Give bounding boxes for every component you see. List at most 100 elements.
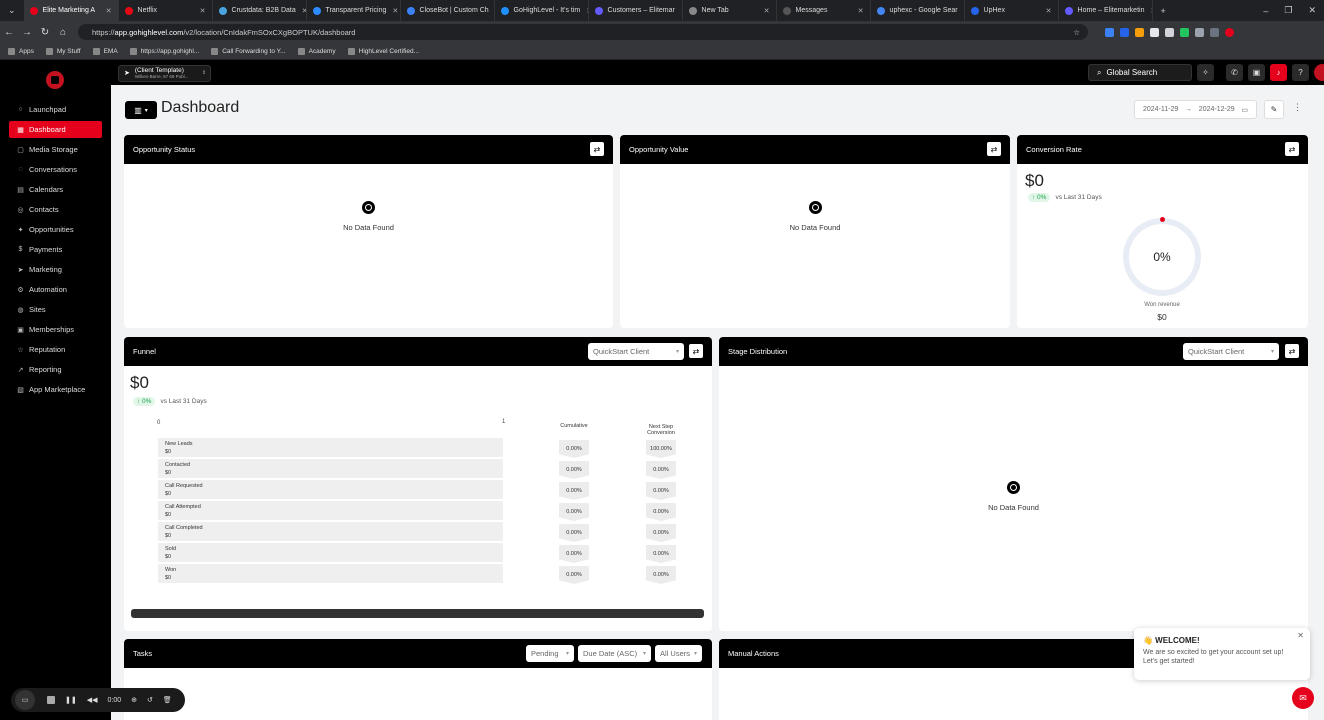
- url-input[interactable]: https://app.gohighlevel.com/v2/location/…: [78, 24, 1088, 40]
- bookmark-star-icon[interactable]: ☆: [1073, 28, 1080, 37]
- bookmark-item[interactable]: My Stuff: [45, 47, 81, 55]
- sidebar-item-contacts[interactable]: ◎ Contacts: [9, 201, 102, 218]
- horizontal-scrollbar[interactable]: [131, 609, 704, 618]
- browser-tab[interactable]: uphexc - Google Sear✕: [871, 0, 965, 21]
- tab-close-icon[interactable]: ✕: [100, 7, 112, 15]
- extension-icon[interactable]: [1180, 27, 1189, 37]
- help-icon[interactable]: ?: [1292, 64, 1309, 81]
- task-sort-select[interactable]: Due Date (ASC) ▾: [578, 645, 651, 662]
- extension-icon[interactable]: [1165, 27, 1174, 37]
- more-options-icon[interactable]: ⋮: [1293, 102, 1302, 113]
- browser-tab[interactable]: Customers – Elitemar✕: [589, 0, 683, 21]
- sidebar-item-sites[interactable]: ◍ Sites: [9, 301, 102, 318]
- puzzle-icon[interactable]: [1210, 27, 1219, 37]
- sidebar-item-dashboard[interactable]: ▦ Dashboard: [9, 121, 102, 138]
- rewind-icon[interactable]: ◀◀: [87, 696, 98, 704]
- extension-icon[interactable]: [1105, 27, 1114, 37]
- sidebar-item-reputation[interactable]: ☆ Reputation: [9, 341, 102, 358]
- tab-close-icon[interactable]: ✕: [758, 7, 770, 15]
- minimize-icon[interactable]: –: [1255, 6, 1276, 16]
- pipeline-select[interactable]: QuickStart Client ▾: [588, 343, 684, 360]
- sidebar-item-app-marketplace[interactable]: ▧ App Marketplace: [9, 381, 102, 398]
- sidebar-item-automation[interactable]: ⚙ Automation: [9, 281, 102, 298]
- funnel-stage-value: $0: [165, 533, 172, 539]
- sidebar-item-media-storage[interactable]: ▢ Media Storage: [9, 141, 102, 158]
- stop-icon[interactable]: [47, 696, 55, 704]
- bookmark-item[interactable]: https://app.gohighl...: [129, 47, 199, 55]
- browser-tab[interactable]: New Tab ✕: [683, 0, 777, 21]
- tab-close-icon[interactable]: ✕: [958, 7, 964, 15]
- close-icon[interactable]: ✕: [1297, 631, 1304, 640]
- chat-widget-button[interactable]: ✉: [1292, 687, 1314, 709]
- profile-avatar[interactable]: [1225, 27, 1234, 37]
- tab-close-icon[interactable]: ✕: [386, 7, 398, 15]
- bookmark-item[interactable]: Academy: [297, 47, 336, 55]
- sidebar-item-conversations[interactable]: ◌ Conversations: [9, 161, 102, 178]
- sidebar-item-marketing[interactable]: ➤ Marketing: [9, 261, 102, 278]
- home-icon[interactable]: ⌂: [54, 27, 72, 38]
- global-search-button[interactable]: ⌕ Global Search: [1088, 64, 1192, 81]
- brand-logo[interactable]: [46, 71, 64, 89]
- swap-icon[interactable]: ⇄: [987, 142, 1001, 156]
- sidebar-item-memberships[interactable]: ▣ Memberships: [9, 321, 102, 338]
- tab-close-icon[interactable]: ✕: [1144, 7, 1151, 15]
- tab-list-icon[interactable]: ⌄: [0, 5, 24, 16]
- tab-close-icon[interactable]: ✕: [580, 7, 587, 15]
- forward-icon[interactable]: →: [18, 27, 36, 38]
- edit-dashboard-button[interactable]: ✎: [1264, 100, 1284, 119]
- extension-icon[interactable]: [1150, 27, 1159, 37]
- magic-icon[interactable]: ✧: [1197, 64, 1214, 81]
- sidebar-item-calendars[interactable]: ▤ Calendars: [9, 181, 102, 198]
- tab-close-icon[interactable]: ✕: [852, 7, 864, 15]
- user-avatar[interactable]: [1314, 64, 1324, 81]
- close-window-icon[interactable]: ✕: [1300, 5, 1324, 16]
- extension-icon[interactable]: [1135, 27, 1144, 37]
- swap-icon[interactable]: ⇄: [1285, 344, 1299, 358]
- url-host: app.gohighlevel.com: [114, 27, 184, 37]
- browser-tab[interactable]: Netflix ✕: [119, 0, 213, 21]
- extension-icon[interactable]: [1120, 27, 1129, 37]
- location-switcher[interactable]: ➤ (Client Template) Wilkes-Barre, 67 69 …: [118, 64, 211, 82]
- browser-tab[interactable]: Home – Elitemarketin✕: [1059, 0, 1153, 21]
- bookmark-item[interactable]: HighLevel Certified...: [347, 47, 419, 55]
- tab-close-icon[interactable]: ✕: [194, 7, 206, 15]
- browser-tab[interactable]: Messages ✕: [777, 0, 871, 21]
- tab-close-icon[interactable]: ✕: [296, 7, 306, 15]
- sidebar-item-payments[interactable]: $ Payments: [9, 241, 102, 258]
- sidebar-item-launchpad[interactable]: ○ Launchpad: [9, 101, 102, 118]
- swap-icon[interactable]: ⇄: [1285, 142, 1299, 156]
- browser-tab[interactable]: Elite Marketing A ✕: [23, 0, 119, 21]
- swap-icon[interactable]: ⇄: [590, 142, 604, 156]
- sidebar-item-opportunities[interactable]: ✦ Opportunities: [9, 221, 102, 238]
- crosshair-icon[interactable]: ⊕: [131, 696, 137, 704]
- browser-tab[interactable]: Crustdata: B2B Data✕: [213, 0, 307, 21]
- bookmark-item[interactable]: Apps: [8, 47, 34, 55]
- back-icon[interactable]: ←: [0, 27, 18, 38]
- announcement-icon[interactable]: ▣: [1248, 64, 1265, 81]
- bookmark-item[interactable]: Call Forwarding to Y...: [211, 47, 286, 55]
- browser-tab[interactable]: CloseBot | Custom Ch✕: [401, 0, 495, 21]
- tab-close-icon[interactable]: ✕: [1040, 7, 1052, 15]
- camera-icon[interactable]: ▭: [15, 690, 35, 710]
- new-tab-button[interactable]: +: [1153, 6, 1174, 16]
- tab-close-icon[interactable]: ✕: [675, 7, 682, 15]
- browser-tab[interactable]: Transparent Pricing ✕: [307, 0, 401, 21]
- notification-bell-icon[interactable]: ♪: [1270, 64, 1287, 81]
- task-users-select[interactable]: All Users ▾: [655, 645, 702, 662]
- date-range-picker[interactable]: 2024-11-29 → 2024-12-29 ▭: [1134, 100, 1257, 119]
- browser-tab[interactable]: GoHighLevel - It's tim✕: [495, 0, 589, 21]
- dashboard-switcher-button[interactable]: ▥ ▾: [125, 101, 157, 119]
- delete-icon[interactable]: 🗑: [163, 696, 172, 704]
- restart-icon[interactable]: ↺: [147, 696, 153, 704]
- restore-icon[interactable]: ❐: [1276, 5, 1300, 16]
- reload-icon[interactable]: ↻: [36, 27, 54, 38]
- swap-icon[interactable]: ⇄: [689, 344, 703, 358]
- pause-icon[interactable]: ❚❚: [65, 696, 77, 704]
- bookmark-item[interactable]: EMA: [92, 47, 118, 55]
- browser-tab[interactable]: UpHex ✕: [965, 0, 1059, 21]
- pipeline-select[interactable]: QuickStart Client ▾: [1183, 343, 1279, 360]
- phone-icon[interactable]: ✆: [1226, 64, 1243, 81]
- extension-icon[interactable]: [1195, 27, 1204, 37]
- sidebar-item-reporting[interactable]: ↗ Reporting: [9, 361, 102, 378]
- task-status-select[interactable]: Pending ▾: [526, 645, 574, 662]
